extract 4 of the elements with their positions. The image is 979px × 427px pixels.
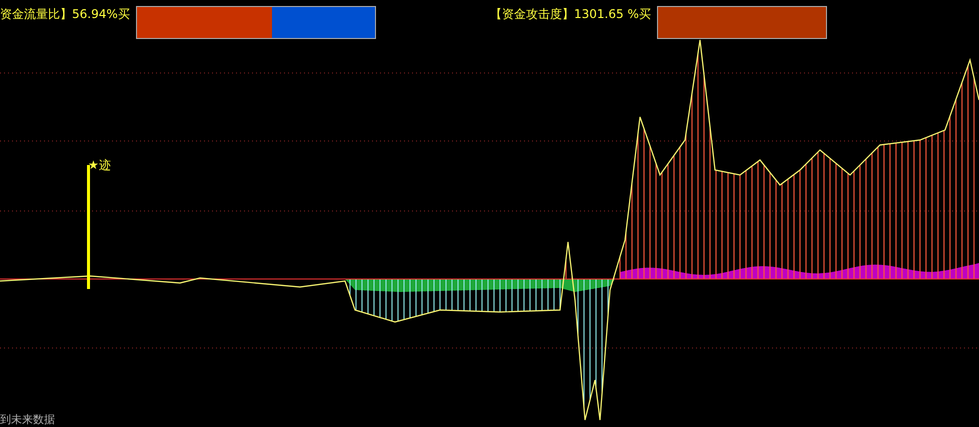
marker-label: ★迹 bbox=[88, 157, 111, 174]
indicator-label: 【资金攻击度】1301.65 %买 bbox=[490, 6, 651, 22]
indicator-label: 资金流量比】56.94%买 bbox=[0, 6, 130, 22]
footer-text: 到未来数据 bbox=[0, 412, 55, 427]
